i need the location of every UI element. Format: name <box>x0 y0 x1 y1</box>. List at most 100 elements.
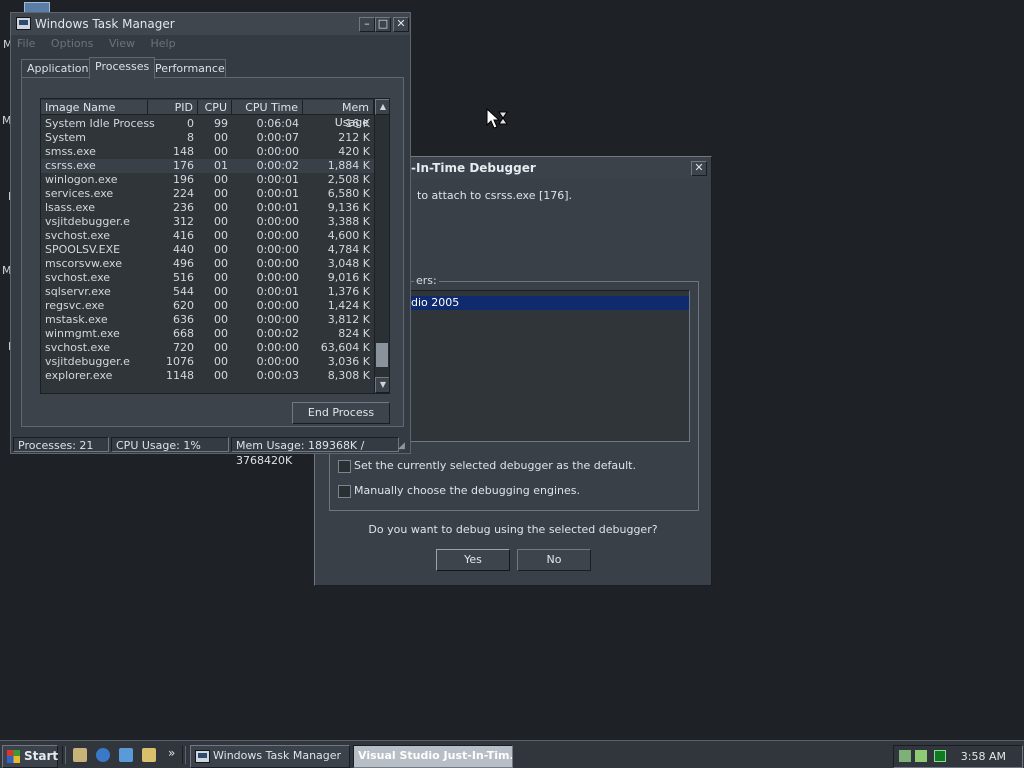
column-header-cpu[interactable]: CPU <box>198 100 232 115</box>
table-row[interactable]: System 8 00 0:00:07 212 K <box>41 131 374 145</box>
tab-performance[interactable]: Performance <box>149 59 226 78</box>
cell-mem: 4,600 K <box>327 229 370 242</box>
show-desktop-icon[interactable] <box>73 748 87 762</box>
scroll-up-arrow-icon[interactable]: ▲ <box>375 99 389 115</box>
table-row[interactable]: SPOOLSV.EXE 440 00 0:00:00 4,784 K <box>41 243 374 257</box>
cell-cpu: 00 <box>214 285 228 298</box>
close-button[interactable]: ✕ <box>393 17 409 32</box>
sql-server-icon[interactable] <box>915 750 927 762</box>
table-row[interactable]: svchost.exe 720 00 0:00:00 63,604 K <box>41 341 374 355</box>
taskbar-button-label: Visual Studio Just-In-Tim... <box>358 749 513 762</box>
scroll-thumb[interactable] <box>376 343 388 367</box>
no-button[interactable]: No <box>517 549 591 571</box>
cell-time: 0:00:00 <box>256 243 299 256</box>
menu-help[interactable]: Help <box>150 37 175 50</box>
column-header-pid[interactable]: PID <box>148 100 198 115</box>
end-process-button[interactable]: End Process <box>292 402 390 424</box>
table-row[interactable]: vsjitdebugger.e 312 00 0:00:00 3,388 K <box>41 215 374 229</box>
resize-grip-icon[interactable]: ◢ <box>398 441 408 451</box>
taskbar-button-task-manager[interactable]: Windows Task Manager <box>190 745 350 768</box>
processes-panel: Image Name PID CPU CPU Time Mem Usage Sy… <box>21 77 404 427</box>
cell-cpu: 00 <box>214 187 228 200</box>
process-table-scrollbar[interactable]: ▲ ▼ <box>374 99 389 393</box>
tab-processes[interactable]: Processes <box>89 57 155 79</box>
dialog-title: -In-Time Debugger <box>411 161 536 175</box>
tab-applications[interactable]: Applications <box>21 59 94 78</box>
cell-time: 0:00:02 <box>256 159 299 172</box>
start-button[interactable]: Start <box>2 745 58 768</box>
minimize-button[interactable]: – <box>359 17 375 32</box>
cell-mem: 1,376 K <box>327 285 370 298</box>
dialog-close-button[interactable]: ✕ <box>691 161 707 176</box>
cell-time: 0:00:00 <box>256 215 299 228</box>
cell-time: 0:00:07 <box>256 131 299 144</box>
table-row[interactable]: explorer.exe 1148 00 0:00:03 8,308 K <box>41 369 374 383</box>
cell-pid: 516 <box>173 271 194 284</box>
debug-question: Do you want to debug using the selected … <box>368 523 658 536</box>
column-header-mem-usage[interactable]: Mem Usage <box>303 100 374 129</box>
table-row[interactable]: mstask.exe 636 00 0:00:00 3,812 K <box>41 313 374 327</box>
cell-pid: 148 <box>173 145 194 158</box>
table-row[interactable]: svchost.exe 516 00 0:00:00 9,016 K <box>41 271 374 285</box>
network-icon[interactable] <box>899 750 911 762</box>
task-manager-icon <box>195 750 210 763</box>
manual-engines-checkbox[interactable] <box>338 485 351 498</box>
table-row[interactable]: sqlservr.exe 544 00 0:00:01 1,376 K <box>41 285 374 299</box>
cell-name: mstask.exe <box>45 313 108 326</box>
task-manager-title-bar[interactable]: Windows Task Manager – □ ✕ <box>11 13 410 35</box>
table-row[interactable]: System Idle Process 0 99 0:06:04 16 K <box>41 117 374 131</box>
cell-cpu: 00 <box>214 131 228 144</box>
cell-cpu: 00 <box>214 355 228 368</box>
menu-view[interactable]: View <box>109 37 135 50</box>
task-manager-window: Windows Task Manager – □ ✕ File Options … <box>10 12 411 467</box>
table-row[interactable]: services.exe 224 00 0:00:01 6,580 K <box>41 187 374 201</box>
cell-time: 0:00:01 <box>256 201 299 214</box>
menu-options[interactable]: Options <box>51 37 93 50</box>
column-header-cpu-time[interactable]: CPU Time <box>232 100 303 115</box>
column-header-image-name[interactable]: Image Name <box>41 100 148 115</box>
table-row[interactable]: smss.exe 148 00 0:00:00 420 K <box>41 145 374 159</box>
table-row[interactable]: regsvc.exe 620 00 0:00:00 1,424 K <box>41 299 374 313</box>
maximize-button[interactable]: □ <box>375 17 391 32</box>
cell-time: 0:00:00 <box>256 145 299 158</box>
scroll-down-arrow-icon[interactable]: ▼ <box>375 377 389 393</box>
cell-cpu: 00 <box>214 271 228 284</box>
menu-file[interactable]: File <box>17 37 35 50</box>
cell-pid: 1076 <box>166 355 194 368</box>
cell-name: winmgmt.exe <box>45 327 120 340</box>
cell-pid: 1148 <box>166 369 194 382</box>
status-cpu-usage: CPU Usage: 1% <box>111 437 229 452</box>
cell-mem: 3,812 K <box>327 313 370 326</box>
table-row[interactable]: vsjitdebugger.e 1076 00 0:00:00 3,036 K <box>41 355 374 369</box>
cell-cpu: 00 <box>214 369 228 382</box>
table-row[interactable]: mscorsvw.exe 496 00 0:00:00 3,048 K <box>41 257 374 271</box>
internet-explorer-icon[interactable] <box>96 748 110 762</box>
monitor-icon[interactable] <box>934 750 946 762</box>
cell-mem: 420 K <box>338 145 370 158</box>
clock[interactable]: 3:58 AM <box>961 746 1006 767</box>
outlook-express-icon[interactable] <box>119 748 133 762</box>
cell-pid: 236 <box>173 201 194 214</box>
cell-mem: 16 K <box>345 117 370 130</box>
quick-launch-chevron-icon[interactable]: » <box>168 746 175 760</box>
table-row[interactable]: winmgmt.exe 668 00 0:00:02 824 K <box>41 327 374 341</box>
cell-mem: 212 K <box>338 131 370 144</box>
table-row[interactable]: csrss.exe 176 01 0:00:02 1,884 K <box>41 159 374 173</box>
taskbar-button-jit-debugger[interactable]: Visual Studio Just-In-Tim... <box>353 745 513 768</box>
process-table[interactable]: Image Name PID CPU CPU Time Mem Usage Sy… <box>40 98 390 394</box>
explorer-icon[interactable] <box>142 748 156 762</box>
cell-cpu: 00 <box>214 145 228 158</box>
cell-time: 0:00:00 <box>256 313 299 326</box>
default-debugger-checkbox[interactable] <box>338 460 351 473</box>
cell-cpu: 00 <box>214 201 228 214</box>
cell-time: 0:00:00 <box>256 257 299 270</box>
table-row[interactable]: winlogon.exe 196 00 0:00:01 2,508 K <box>41 173 374 187</box>
cell-cpu: 00 <box>214 299 228 312</box>
table-row[interactable]: svchost.exe 416 00 0:00:00 4,600 K <box>41 229 374 243</box>
table-row[interactable]: lsass.exe 236 00 0:00:01 9,136 K <box>41 201 374 215</box>
cell-mem: 1,884 K <box>327 159 370 172</box>
cell-mem: 3,388 K <box>327 215 370 228</box>
yes-button[interactable]: Yes <box>436 549 510 571</box>
cell-name: svchost.exe <box>45 341 111 354</box>
task-manager-title: Windows Task Manager <box>35 17 175 31</box>
